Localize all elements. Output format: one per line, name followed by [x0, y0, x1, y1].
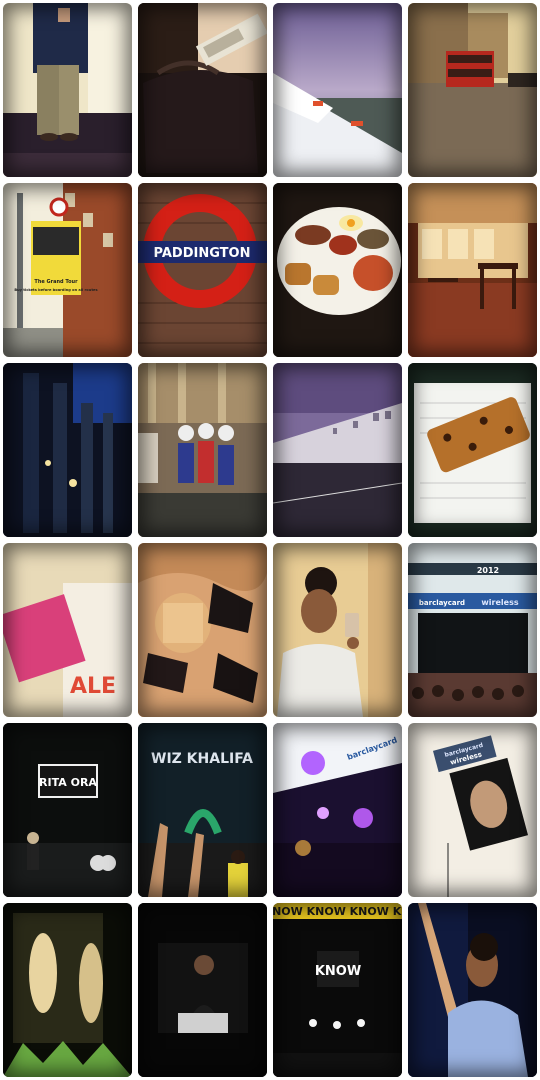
tile-bus-stop-sign: The Grand Tour Buy tickets before boardi… [0, 180, 135, 360]
tile-rita-ora-stage: RITA ORA [0, 720, 135, 900]
tile-screen-performer: barclaycard wireless [405, 720, 540, 900]
stage-year: 2012 [477, 566, 499, 575]
tile-concert-screen-woman [0, 900, 135, 1080]
tile-stage-banner: 2012 barclaycard wireless [405, 540, 540, 720]
know-banner-text: KNOW KNOW KNOW KN [273, 905, 402, 918]
tile-purple-stage-lights: barclaycard [270, 720, 405, 900]
tile-london-street-bus [405, 0, 540, 180]
tile-pub-interior [405, 180, 540, 360]
tile-leopard-wallet [405, 360, 540, 540]
tile-shoes-on-bed [135, 540, 270, 720]
tile-paddington-sign: PADDINGTON [135, 180, 270, 360]
tile-selfie-phone [270, 540, 405, 720]
tile-shopping-bags: ALE [0, 540, 135, 720]
wiz-khalifa-logo: WIZ KHALIFA [151, 751, 253, 767]
tile-parade-costumes [135, 360, 270, 540]
shopping-bag-sale-text: ALE [70, 674, 116, 699]
stage-sponsor: barclaycard [419, 599, 465, 607]
tile-suitcase-tag [135, 0, 270, 180]
bus-sign-grand-tour: The Grand Tour [34, 279, 78, 285]
tile-rapper-screen [135, 900, 270, 1080]
tile-performer-arm-raised [405, 900, 540, 1080]
bus-sign-tickets: Buy tickets before boarding on all route… [14, 288, 97, 292]
know-screen-text: KNOW [315, 964, 361, 979]
tile-airplane-wing [270, 0, 405, 180]
rita-ora-logo: RITA ORA [39, 776, 97, 789]
tile-know-banner: KNOW KNOW KNOW KN KNOW [270, 900, 405, 1080]
tile-mirror-selfie [0, 0, 135, 180]
tile-terrace-street [270, 360, 405, 540]
tile-english-breakfast [270, 180, 405, 360]
tile-wiz-khalifa-stage: WIZ KHALIFA [135, 720, 270, 900]
tile-night-columns [0, 360, 135, 540]
photo-collage: The Grand Tour Buy tickets before boardi… [0, 0, 540, 1080]
paddington-label: PADDINGTON [154, 246, 251, 261]
stage-festival-name: wireless [481, 598, 518, 607]
